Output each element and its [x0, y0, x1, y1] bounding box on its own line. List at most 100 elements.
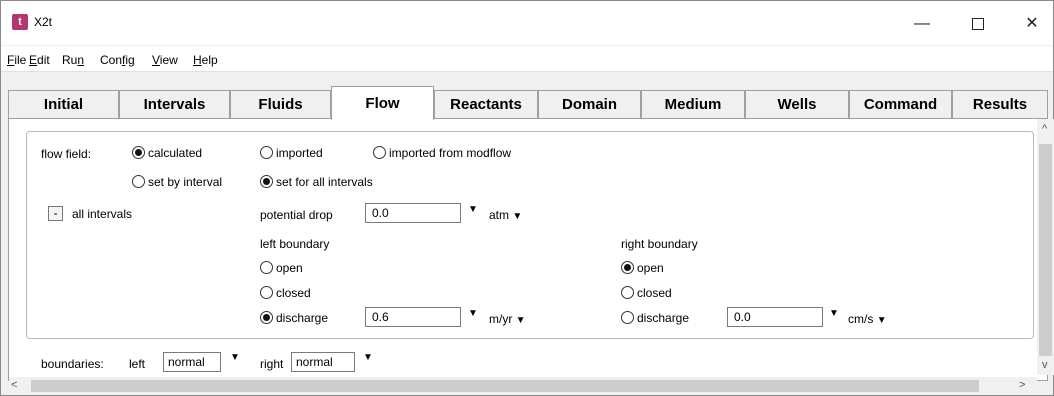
tab-strip: Initial Intervals Fluids Flow Reactants … [8, 86, 1048, 120]
menu-view-accel: V [152, 53, 160, 67]
radio-set-by-interval[interactable]: set by interval [132, 175, 222, 189]
right-discharge-input[interactable]: 0.0 [727, 307, 823, 327]
scroll-right-icon[interactable]: > [1019, 379, 1025, 391]
menu-help[interactable]: Help [193, 53, 218, 67]
potential-drop-dropdown-icon[interactable]: ▼ [468, 204, 478, 215]
unit-dropdown-icon: ▼ [515, 315, 526, 326]
left-closed-radio[interactable]: closed [260, 286, 311, 300]
radio-dot-icon [260, 311, 273, 324]
menu-file[interactable]: File [7, 53, 26, 67]
minimize-button[interactable]: — [899, 9, 945, 39]
tab-flow[interactable]: Flow [331, 86, 434, 120]
menu-help-post: elp [201, 53, 218, 67]
radio-dot-icon [260, 286, 273, 299]
menu-file-post: ile [14, 53, 27, 67]
menu-config-pre: Con [100, 53, 123, 67]
all-intervals-label: all intervals [72, 207, 133, 221]
menu-edit[interactable]: Edit [29, 53, 50, 67]
menu-edit-post: dit [37, 53, 50, 67]
radio-dot-icon [373, 146, 386, 159]
radio-dot-icon [260, 261, 273, 274]
right-discharge-radio[interactable]: discharge [621, 311, 689, 325]
left-discharge-unit-text: m/yr [489, 312, 513, 326]
tab-results[interactable]: Results [952, 90, 1048, 119]
right-boundary-title: right boundary [621, 237, 698, 251]
radio-dot-icon [621, 261, 634, 274]
right-open-radio[interactable]: open [621, 261, 664, 275]
right-closed-radio[interactable]: closed [621, 286, 672, 300]
radio-dot-icon [260, 146, 273, 159]
radio-imported-modflow[interactable]: imported from modflow [373, 146, 511, 160]
tab-domain[interactable]: Domain [538, 90, 641, 119]
left-discharge-dropdown-icon[interactable]: ▼ [468, 308, 478, 319]
maximize-button[interactable] [955, 9, 1001, 39]
left-discharge-input[interactable]: 0.6 [365, 307, 461, 327]
collapse-button[interactable]: - [48, 206, 63, 221]
flow-panel [26, 131, 1034, 339]
right-closed-label: closed [637, 286, 672, 300]
boundaries-right-dropdown-icon[interactable]: ▼ [363, 352, 373, 363]
potential-drop-label: potential drop [260, 208, 333, 222]
unit-dropdown-icon: ▼ [512, 211, 523, 222]
window-title: X2t [34, 15, 53, 29]
vertical-scroll-thumb[interactable] [1039, 144, 1052, 356]
menu-config[interactable]: Config [100, 53, 135, 67]
app-logo-icon: t [12, 14, 28, 30]
radio-imported[interactable]: imported [260, 146, 323, 160]
tab-intervals[interactable]: Intervals [119, 90, 230, 119]
title-bar: t X2t — ✕ [1, 1, 1053, 45]
potential-drop-unit-text: atm [489, 208, 510, 222]
menu-run[interactable]: Run [62, 53, 84, 67]
unit-dropdown-icon: ▼ [876, 315, 887, 326]
menu-edit-accel: E [29, 53, 38, 67]
boundaries-left-dropdown-icon[interactable]: ▼ [230, 352, 240, 363]
scroll-left-icon[interactable]: < [11, 379, 17, 391]
radio-calculated[interactable]: calculated [132, 146, 202, 160]
left-discharge-unit[interactable]: m/yr ▼ [489, 312, 526, 326]
scroll-up-icon[interactable]: ^ [1042, 123, 1047, 135]
potential-drop-unit[interactable]: atm ▼ [489, 208, 522, 222]
radio-dot-icon [621, 286, 634, 299]
right-discharge-dropdown-icon[interactable]: ▼ [829, 308, 839, 319]
right-discharge-label: discharge [637, 311, 690, 325]
right-discharge-unit-text: cm/s [848, 312, 874, 326]
maximize-icon [972, 17, 984, 30]
left-open-radio[interactable]: open [260, 261, 303, 275]
boundaries-label: boundaries: [41, 357, 104, 371]
menu-run-accel: n [77, 53, 85, 67]
tab-medium[interactable]: Medium [641, 90, 745, 119]
right-open-label: open [637, 261, 664, 275]
left-open-label: open [276, 261, 303, 275]
radio-dot-icon [621, 311, 634, 324]
tab-reactants[interactable]: Reactants [434, 90, 538, 119]
radio-imported-modflow-label: imported from modflow [389, 146, 512, 160]
menu-run-pre: Ru [62, 53, 78, 67]
radio-set-all-intervals[interactable]: set for all intervals [260, 175, 373, 189]
tab-wells[interactable]: Wells [745, 90, 849, 119]
horizontal-scroll-thumb[interactable] [31, 380, 979, 392]
radio-set-by-interval-label: set by interval [148, 175, 223, 189]
tab-command[interactable]: Command [849, 90, 952, 119]
scroll-down-icon[interactable]: v [1042, 359, 1048, 371]
radio-dot-icon [132, 146, 145, 159]
boundaries-right-select[interactable]: normal [291, 352, 355, 372]
left-closed-label: closed [276, 286, 311, 300]
menu-help-accel: H [193, 53, 202, 67]
flow-field-label: flow field: [41, 147, 92, 161]
left-discharge-label: discharge [276, 311, 329, 325]
left-discharge-radio[interactable]: discharge [260, 311, 328, 325]
close-button[interactable]: ✕ [1009, 9, 1054, 39]
app-window: t X2t — ✕ File Edit Run Config View Help… [0, 0, 1054, 396]
tab-fluids[interactable]: Fluids [230, 90, 331, 119]
radio-imported-label: imported [276, 146, 323, 160]
menu-view[interactable]: View [152, 53, 178, 67]
menu-bar: File Edit Run Config View Help [1, 46, 1053, 72]
radio-calculated-label: calculated [148, 146, 203, 160]
right-discharge-unit[interactable]: cm/s ▼ [848, 312, 887, 326]
boundaries-left-select[interactable]: normal [163, 352, 221, 372]
menu-config-post: ig [125, 53, 135, 67]
radio-dot-icon [260, 175, 273, 188]
tab-initial[interactable]: Initial [8, 90, 119, 119]
potential-drop-input[interactable]: 0.0 [365, 203, 461, 223]
boundaries-right-label: right [260, 357, 284, 371]
